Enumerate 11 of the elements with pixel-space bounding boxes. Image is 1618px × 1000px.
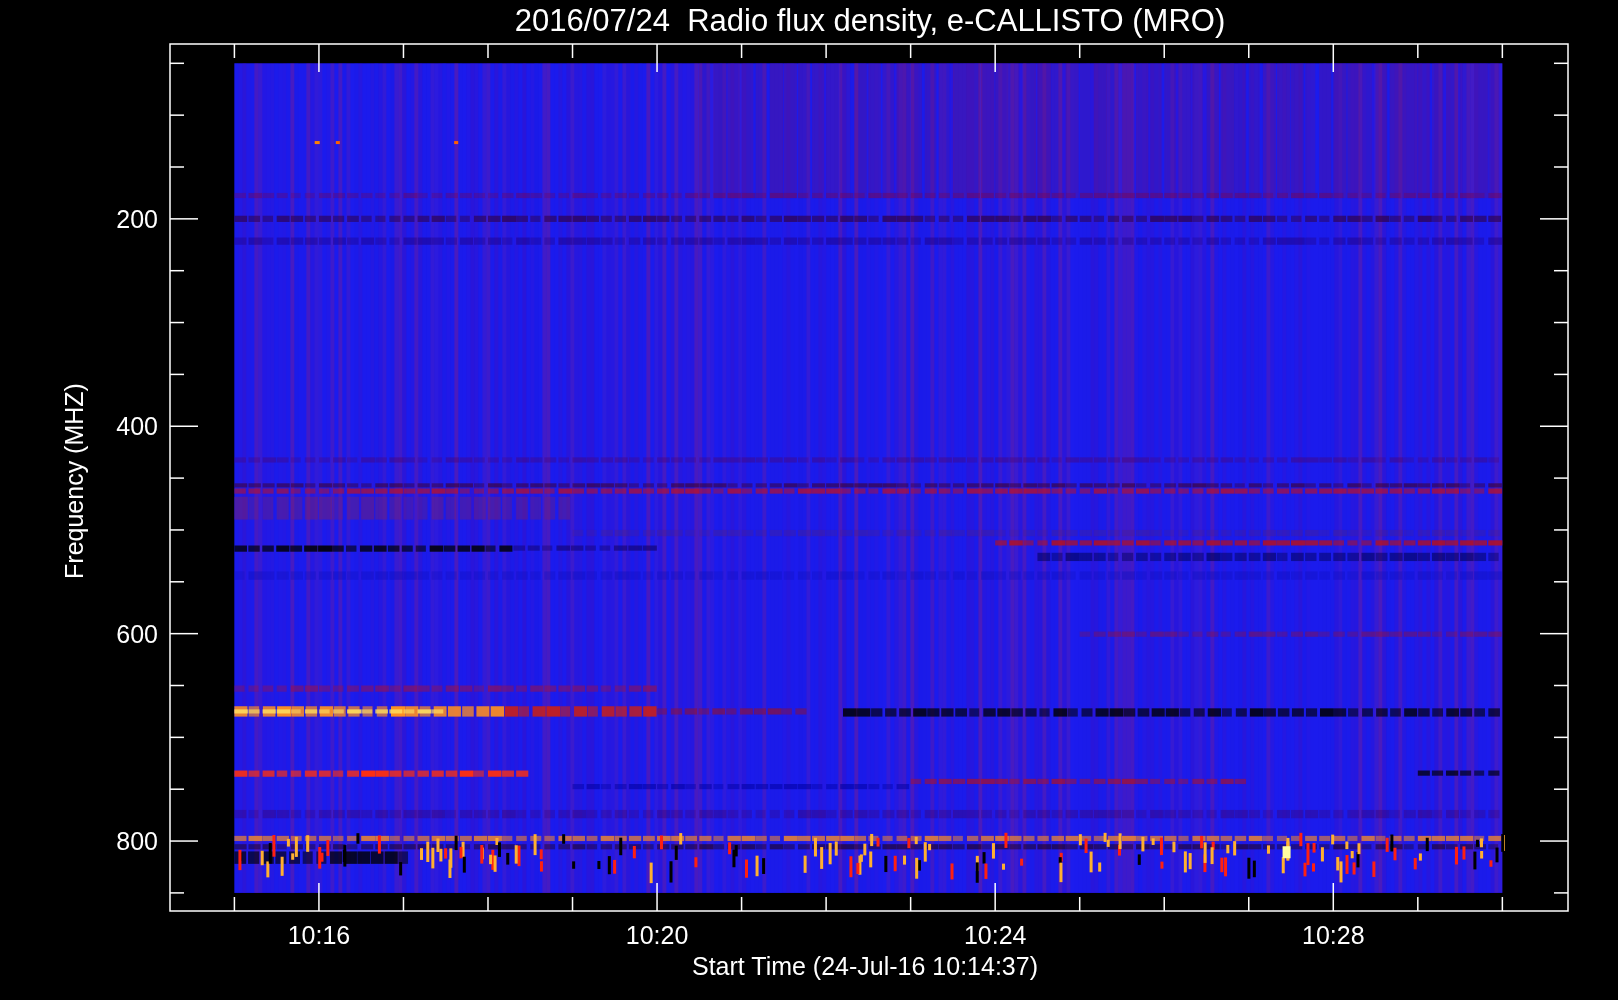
x-tick-label: 10:16	[287, 921, 351, 949]
x-axis-label: Start Time (24-Jul-16 10:14:37)	[692, 952, 1038, 980]
y-tick-label: 400	[116, 412, 158, 441]
x-tick-label: 10:28	[1302, 921, 1365, 949]
y-tick-label: 200	[116, 204, 158, 233]
y-tick-label: 600	[116, 619, 158, 648]
y-axis-label: Frequency (MHZ)	[60, 383, 88, 579]
chart-title: 2016/07/24 Radio flux density, e-CALLISTO (MRO)	[514, 3, 1226, 38]
y-tick-label: 800	[116, 827, 158, 856]
x-tick-label: 10:24	[963, 921, 1027, 949]
x-tick-label: 10:20	[625, 921, 689, 949]
